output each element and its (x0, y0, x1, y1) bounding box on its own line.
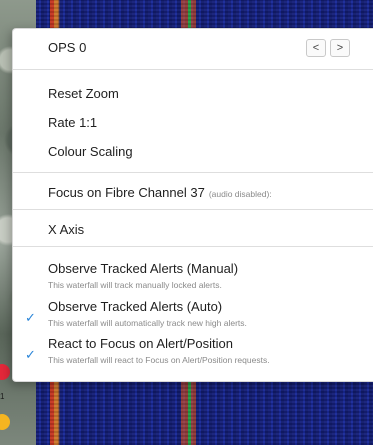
rate-label: Rate 1:1 (48, 115, 98, 130)
menu-item-react-focus[interactable]: ✓ React to Focus on Alert/Position This … (13, 333, 373, 373)
reset-zoom-label: Reset Zoom (48, 86, 119, 101)
ops-prev-button[interactable]: < (306, 39, 326, 57)
observe-manual-description: This waterfall will track manually locke… (48, 280, 222, 290)
map-marker-number: 1 (0, 392, 5, 401)
menu-divider (13, 246, 373, 247)
x-axis-label: X Axis (48, 222, 85, 237)
chevron-left-icon: < (312, 42, 320, 54)
ops-row: OPS 0 < > (13, 29, 373, 67)
ops-label: OPS 0 (48, 40, 87, 55)
observe-auto-label: Observe Tracked Alerts (Auto) (48, 299, 223, 314)
focus-note: (audio disabled): (208, 189, 272, 199)
menu-item-reset-zoom[interactable]: Reset Zoom (13, 81, 373, 105)
menu-divider (13, 172, 373, 173)
waterfall-context-menu: OPS 0 < > Reset Zoom Rate 1:1 Colour Sca… (12, 28, 373, 382)
menu-item-observe-manual[interactable]: Observe Tracked Alerts (Manual) This wat… (13, 256, 373, 292)
colour-scaling-label: Colour Scaling (48, 144, 133, 159)
menu-divider (13, 209, 373, 210)
react-focus-description: This waterfall will react to Focus on Al… (48, 355, 270, 365)
menu-item-colour-scaling[interactable]: Colour Scaling (13, 139, 373, 163)
checkmark-icon: ✓ (25, 347, 36, 362)
ops-next-button[interactable]: > (330, 39, 350, 57)
observe-auto-description: This waterfall will automatically track … (48, 318, 247, 328)
focus-label: Focus on Fibre Channel 37 (48, 185, 205, 200)
chevron-right-icon: > (336, 42, 344, 54)
observe-manual-label: Observe Tracked Alerts (Manual) (48, 261, 239, 276)
react-focus-label: React to Focus on Alert/Position (48, 336, 233, 351)
menu-item-focus-fibre-channel[interactable]: Focus on Fibre Channel 37 (audio disabled… (13, 180, 373, 204)
menu-item-x-axis[interactable]: X Axis (13, 217, 373, 241)
menu-divider (13, 69, 373, 70)
checkmark-icon: ✓ (25, 310, 36, 325)
menu-item-rate[interactable]: Rate 1:1 (13, 110, 373, 134)
menu-item-observe-auto[interactable]: ✓ Observe Tracked Alerts (Auto) This wat… (13, 294, 373, 332)
